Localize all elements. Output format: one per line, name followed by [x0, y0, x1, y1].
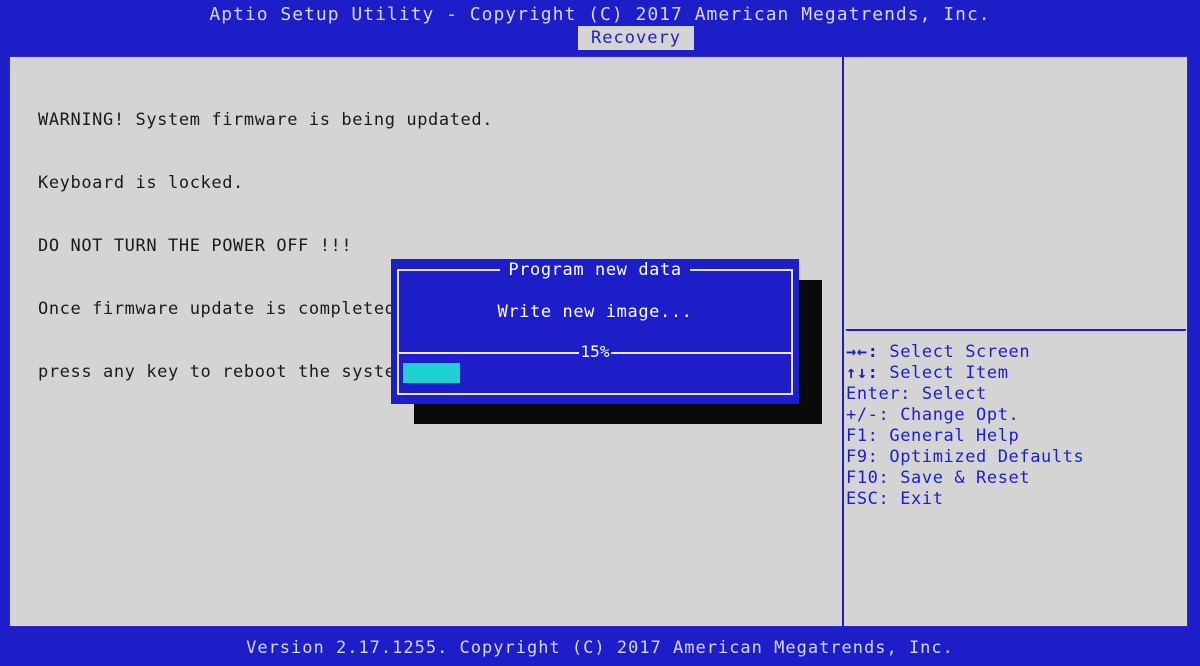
help-key: Enter:: [846, 384, 912, 404]
help-item: →←: Select Screen: [846, 342, 1084, 363]
help-action: Select: [921, 384, 987, 404]
help-item: +/-: Change Opt.: [846, 405, 1084, 426]
help-action: Exit: [900, 489, 944, 509]
help-item: F10: Save & Reset: [846, 468, 1084, 489]
help-action: Optimized Defaults: [889, 447, 1085, 467]
help-item: ESC: Exit: [846, 489, 1084, 510]
dialog-message: Write new image...: [497, 302, 693, 322]
header-bar: Aptio Setup Utility - Copyright (C) 2017…: [0, 0, 1200, 52]
progress-percent: 15%: [391, 342, 799, 361]
progress-track: [403, 363, 783, 383]
help-key: ↑↓:: [846, 363, 879, 383]
warning-line: WARNING! System firmware is being update…: [38, 110, 494, 130]
dialog-title: Program new data: [391, 260, 799, 280]
help-action: Save & Reset: [900, 468, 1031, 488]
help-key: →←:: [846, 342, 879, 362]
footer-version: Version 2.17.1255. Copyright (C) 2017 Am…: [246, 638, 954, 658]
help-key: +/-:: [846, 405, 890, 425]
progress-fill: [403, 363, 460, 383]
warning-line: DO NOT TURN THE POWER OFF !!!: [38, 236, 353, 256]
tab-recovery[interactable]: Recovery: [578, 26, 694, 50]
help-key: F9:: [846, 447, 879, 467]
help-key: F1:: [846, 426, 879, 446]
help-item: F1: General Help: [846, 426, 1084, 447]
progress-percent-text: 15%: [578, 342, 612, 361]
help-panel: →←: Select Screen ↑↓: Select Item Enter:…: [846, 342, 1084, 510]
header-title: Aptio Setup Utility - Copyright (C) 2017…: [209, 4, 991, 25]
help-action: Select Screen: [889, 342, 1031, 362]
progress-dialog: Program new data Write new image... 15%: [391, 259, 799, 404]
column-divider: [842, 56, 844, 627]
footer-bar: Version 2.17.1255. Copyright (C) 2017 Am…: [0, 632, 1200, 666]
help-action: Select Item: [889, 363, 1009, 383]
help-item: Enter: Select: [846, 384, 1084, 405]
help-action: General Help: [889, 426, 1020, 446]
help-item: F9: Optimized Defaults: [846, 447, 1084, 468]
warning-line: Keyboard is locked.: [38, 173, 244, 193]
dialog-title-text: Program new data: [500, 260, 690, 280]
help-key: ESC:: [846, 489, 890, 509]
help-key: F10:: [846, 468, 890, 488]
help-divider: [846, 329, 1186, 331]
help-action: Change Opt.: [900, 405, 1020, 425]
help-item: ↑↓: Select Item: [846, 363, 1084, 384]
